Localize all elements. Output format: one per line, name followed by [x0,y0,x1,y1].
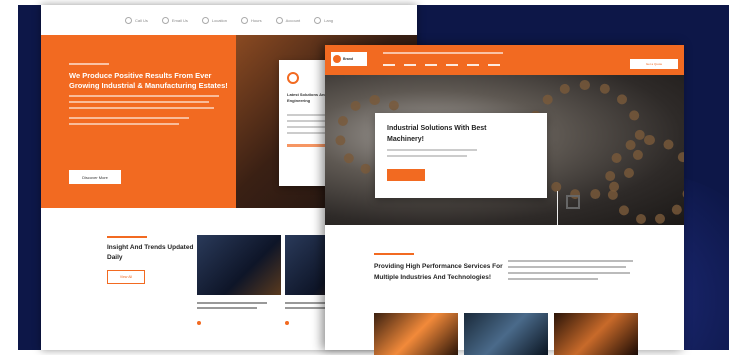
author-icon [285,321,289,325]
front-hero-button[interactable] [387,169,425,181]
main-menu [383,64,500,66]
mail-icon [161,16,169,24]
menu-item[interactable] [467,64,479,66]
section-tag [374,253,414,255]
nav-item-hours[interactable]: Hours [241,16,262,24]
location-icon [201,16,209,24]
back-hero-title: We Produce Positive Results From Ever Gr… [69,71,228,90]
nav-label: Hours [251,17,262,23]
text-line [69,95,219,97]
top-info-bar: Call Us Email Us Location Hours Account … [41,5,417,35]
author-icon [197,321,201,325]
section-tag [107,236,147,238]
text-line [508,266,626,268]
nav-item-call[interactable]: Call Us [124,16,148,24]
text-line [387,155,467,157]
gear-icon [287,72,299,84]
blog-caption [197,302,267,304]
nav-item-email[interactable]: Email Us [161,16,188,24]
nav-item-lang[interactable]: Lang [314,16,334,24]
back-hero-button[interactable]: Discover More [69,170,121,184]
user-icon [275,16,283,24]
text-line [69,107,214,109]
hero-kicker [69,63,109,65]
text-line [508,272,630,274]
front-hero-card: Industrial Solutions With Best Machinery… [375,113,580,246]
logo[interactable]: Brand [331,52,367,66]
text-line [69,117,189,119]
service-thumbnail[interactable] [464,313,548,355]
menu-item[interactable] [383,64,395,66]
service-thumbnail[interactable] [374,313,458,355]
text-line [508,278,598,280]
blog-caption [197,307,257,309]
text-line [69,101,209,103]
front-page-mockup: Brand Get a Quote Industrial Solutions W… [325,45,684,350]
front-header: Brand Get a Quote [325,45,684,75]
menu-item[interactable] [446,64,458,66]
nav-label: Email Us [171,17,188,23]
menu-item[interactable] [488,64,500,66]
nav-item-location[interactable]: Location [201,16,227,24]
text-line [508,260,633,262]
nav-item-account[interactable]: Account [275,16,301,24]
text-line [287,126,327,128]
machine-icon [566,195,580,209]
text-line [69,123,179,125]
clock-icon [241,16,248,24]
service-thumbnail[interactable] [554,313,638,355]
card-link[interactable] [287,144,327,147]
view-all-button[interactable]: View All [107,270,145,284]
back-section-title: Insight And Trends Updated Daily [107,244,194,261]
blog-thumbnail[interactable] [197,235,281,295]
nav-label: Account [285,17,301,23]
menu-item[interactable] [425,64,437,66]
nav-label: Location [211,17,227,23]
phone-icon [124,16,132,24]
front-section-title: Providing High Performance Services For … [374,263,503,281]
nav-label: Lang [324,17,334,23]
logo-text: Brand [343,57,354,61]
header-quote-button[interactable]: Get a Quote [630,59,678,69]
back-hero: We Produce Positive Results From Ever Gr… [41,35,236,208]
gear-image [605,135,684,225]
logo-icon [333,55,341,63]
text-line [387,149,477,151]
menu-item[interactable] [404,64,416,66]
globe-icon [314,16,322,24]
nav-label: Call Us [134,17,148,23]
front-hero-title: Industrial Solutions With Best Machinery… [387,125,487,143]
header-info-line [383,52,503,54]
